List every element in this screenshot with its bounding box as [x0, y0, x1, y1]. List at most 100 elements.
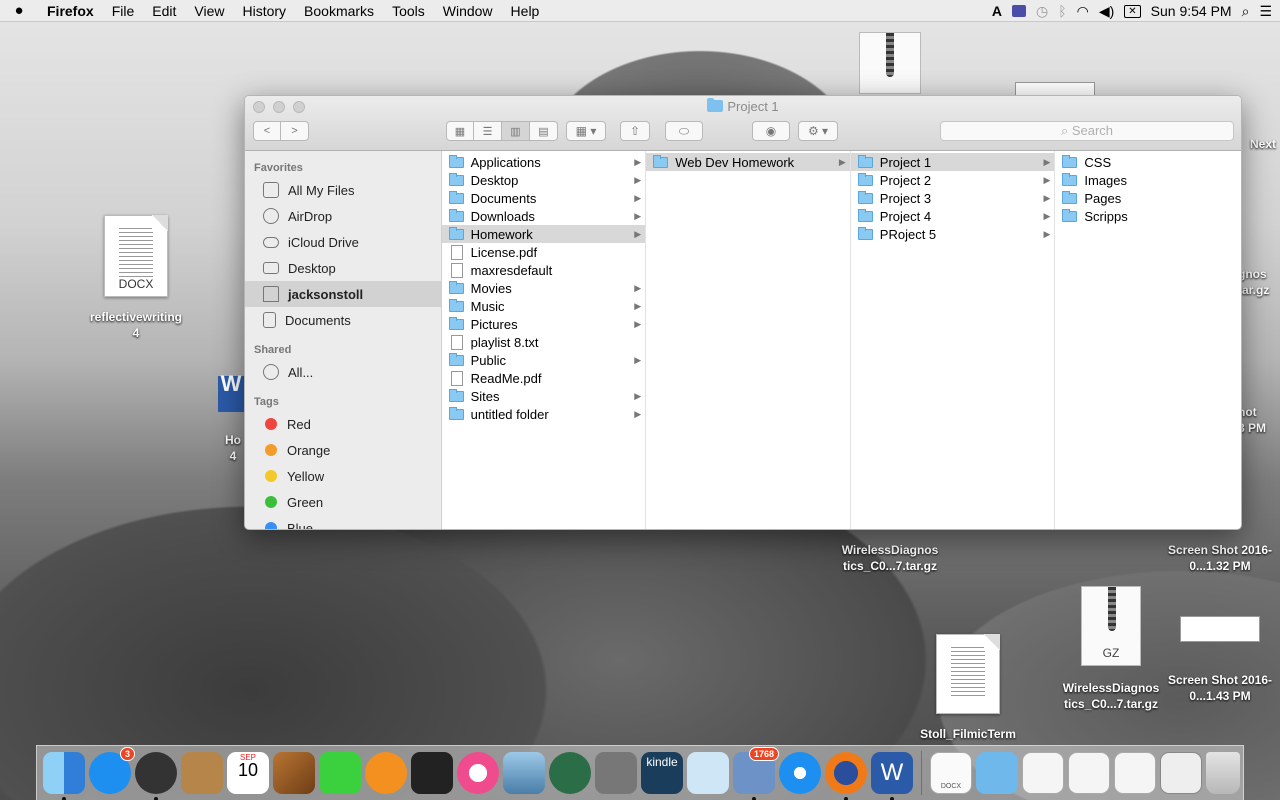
bluetooth-icon[interactable]: ᛒ — [1058, 3, 1066, 19]
list-item[interactable]: playlist 8.txt — [442, 333, 646, 351]
trash-icon[interactable] — [1206, 752, 1240, 794]
search-input[interactable]: ⌕ Search — [940, 121, 1234, 141]
mail-stamp-icon[interactable]: 1768 — [733, 747, 779, 800]
list-item[interactable]: Movies ▶ — [442, 279, 646, 297]
desktop-zip-top[interactable] — [858, 32, 922, 94]
sidebar-item-icloud-drive[interactable]: iCloud Drive — [245, 229, 441, 255]
battery-icon[interactable]: ✕ — [1124, 4, 1141, 18]
list-item[interactable]: Images — [1055, 171, 1241, 189]
time-machine-icon[interactable] — [549, 752, 591, 794]
list-item[interactable]: Downloads ▶ — [442, 207, 646, 225]
docx-stack-icon[interactable]: DOCX — [930, 752, 972, 794]
clock[interactable]: Sun 9:54 PM — [1151, 3, 1232, 19]
preview-icon[interactable] — [503, 752, 545, 794]
desktop-doc-top[interactable] — [1014, 82, 1096, 96]
menu-file[interactable]: File — [103, 3, 144, 19]
list-item-selected[interactable]: Homework ▶ — [441, 225, 646, 243]
adobe-icon[interactable]: A — [992, 3, 1002, 19]
desktop-partial-shot[interactable]: hot 8 PM — [1238, 404, 1280, 436]
sidebar-item-jacksonstoll[interactable]: jacksonstoll — [245, 281, 441, 307]
app-store-icon[interactable]: 3 — [89, 747, 135, 794]
desktop-file-screenshot-1[interactable]: Screen Shot 2016-0...1.32 PM — [1164, 542, 1276, 574]
menu-edit[interactable]: Edit — [143, 3, 185, 19]
volume-icon[interactable]: ◀) — [1099, 3, 1114, 20]
time-machine-icon[interactable]: ◷ — [1036, 3, 1048, 20]
garageband-icon[interactable] — [273, 752, 315, 794]
square-app-icon[interactable] — [1011, 5, 1026, 17]
list-item-selected[interactable]: Project 1 ▶ — [850, 153, 1055, 171]
spotlight-icon[interactable]: ⌕ — [1242, 3, 1250, 20]
list-item[interactable]: Music ▶ — [442, 297, 646, 315]
quick-look-eye-icon[interactable]: ◉ — [752, 121, 790, 141]
list-item[interactable]: Pictures ▶ — [442, 315, 646, 333]
list-view-button[interactable]: ☰ — [474, 121, 502, 141]
desktop-file-stoll[interactable]: Stoll_FilmicTerm — [912, 634, 1024, 742]
list-item[interactable]: Applications ▶ — [442, 153, 646, 171]
menu-view[interactable]: View — [185, 3, 233, 19]
kindle-icon[interactable]: kindle — [641, 752, 683, 794]
sidebar-item-desktop[interactable]: Desktop — [245, 255, 441, 281]
sidebar-tag-red[interactable]: Red — [245, 411, 441, 437]
list-item[interactable]: Project 2 ▶ — [851, 171, 1055, 189]
safari-compass-icon[interactable] — [779, 752, 821, 794]
icon-view-button[interactable]: ▦ — [446, 121, 474, 141]
desktop-file-reflectivewriting[interactable]: DOCX reflectivewriting 4 — [84, 215, 188, 341]
forward-button[interactable]: > — [281, 121, 309, 141]
list-item[interactable]: CSS — [1055, 153, 1241, 171]
finder-icon[interactable] — [43, 752, 85, 800]
menu-bookmarks[interactable]: Bookmarks — [295, 3, 383, 19]
sidebar-tag-orange[interactable]: Orange — [245, 437, 441, 463]
menu-help[interactable]: Help — [502, 3, 549, 19]
desktop-file-wireless-1[interactable]: WirelessDiagnos tics_C0...7.tar.gz — [832, 542, 948, 574]
list-item[interactable]: Project 3 ▶ — [851, 189, 1055, 207]
word-icon[interactable]: W — [871, 752, 913, 800]
list-item[interactable]: Project 4 ▶ — [851, 207, 1055, 225]
coverflow-view-button[interactable]: ▤ — [530, 121, 558, 141]
calendar-icon[interactable]: SEP 10 — [227, 752, 269, 794]
notification-center-icon[interactable]: ☰ — [1259, 3, 1272, 20]
list-item[interactable]: Public ▶ — [442, 351, 646, 369]
desktop-file-wireless-2[interactable]: GZ WirelessDiagnos tics_C0...7.tar.gz — [1056, 586, 1166, 712]
list-item[interactable]: Scripps — [1055, 207, 1241, 225]
document-stack-icon[interactable] — [1022, 752, 1064, 794]
list-item[interactable]: untitled folder ▶ — [442, 405, 646, 423]
arrange-button[interactable]: ▦ ▾ — [566, 121, 606, 141]
sidebar-tag-green[interactable]: Green — [245, 489, 441, 515]
back-button[interactable]: < — [253, 121, 281, 141]
column-view-button[interactable]: ▥ — [502, 121, 530, 141]
imovie-star-icon[interactable] — [411, 752, 453, 794]
list-item[interactable]: ReadMe.pdf — [442, 369, 646, 387]
sidebar-tag-blue[interactable]: Blue — [245, 515, 441, 529]
desktop-file-screenshot-2[interactable]: Screen Shot 2016-0...1.43 PM — [1164, 616, 1276, 704]
menu-window[interactable]: Window — [434, 3, 502, 19]
list-item[interactable]: Sites ▶ — [442, 387, 646, 405]
desktop-partial-gz[interactable]: gnos tar.gz — [1238, 266, 1280, 298]
list-item-selected[interactable]: Web Dev Homework ▶ — [646, 153, 850, 171]
word-doc-stack-icon[interactable] — [1114, 752, 1156, 794]
sidebar-tag-yellow[interactable]: Yellow — [245, 463, 441, 489]
contacts-icon[interactable] — [181, 752, 223, 794]
facetime-icon[interactable] — [319, 752, 361, 794]
menu-tools[interactable]: Tools — [383, 3, 434, 19]
sidebar-item-airdrop[interactable]: AirDrop — [245, 203, 441, 229]
list-item[interactable]: Pages — [1055, 189, 1241, 207]
action-gear-icon[interactable]: ⚙ ▾ — [798, 121, 838, 141]
list-item[interactable]: maxresdefault — [442, 261, 646, 279]
ibooks-icon[interactable] — [365, 752, 407, 794]
photos-reader-icon[interactable] — [687, 752, 729, 794]
list-item[interactable]: Documents ▶ — [442, 189, 646, 207]
share-icon[interactable]: ⇧ — [620, 121, 650, 141]
list-item[interactable]: License.pdf — [442, 243, 646, 261]
tag-icon[interactable]: ⬭ — [665, 121, 703, 141]
screenshot-stack-icon[interactable] — [1160, 752, 1202, 794]
menu-app-firefox[interactable]: Firefox — [38, 3, 103, 19]
system-preferences-gear-icon[interactable] — [595, 752, 637, 794]
list-item[interactable]: Desktop ▶ — [442, 171, 646, 189]
wifi-icon[interactable]: ◠ — [1077, 3, 1089, 20]
dashboard-icon[interactable] — [135, 752, 177, 800]
sidebar-item-documents[interactable]: Documents — [245, 307, 441, 333]
applications-folder-icon[interactable] — [976, 752, 1018, 794]
list-item[interactable]: PRoject 5 ▶ — [851, 225, 1055, 243]
apple-menu-icon[interactable]: ● — [0, 2, 38, 19]
sidebar-item-all-my-files[interactable]: All My Files — [245, 177, 441, 203]
